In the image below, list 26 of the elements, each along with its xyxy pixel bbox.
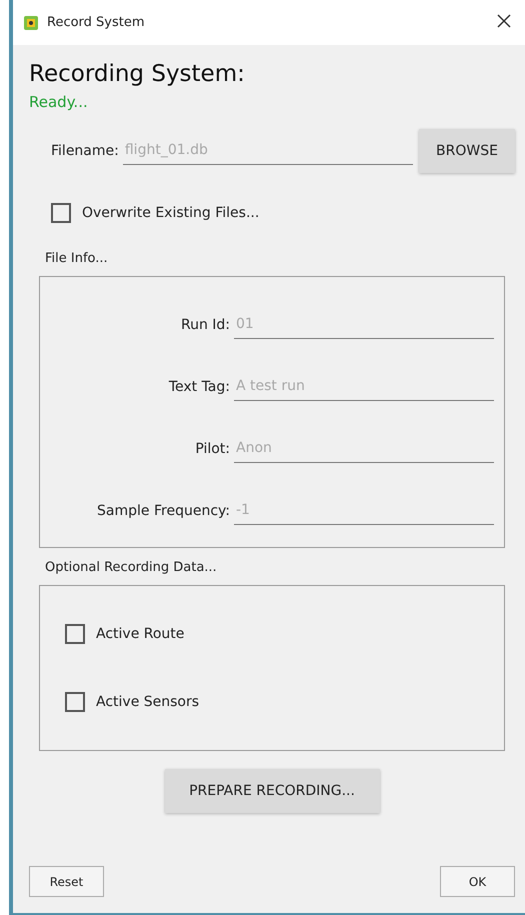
checkbox-label: Active Route: [96, 626, 184, 642]
input-field[interactable]: 01: [234, 312, 494, 339]
checkbox[interactable]: [65, 692, 85, 712]
field-label: Filename:: [51, 143, 119, 159]
prepare-recording-button[interactable]: PREPARE RECORDING...: [164, 769, 380, 813]
field-label: Text Tag:: [168, 379, 230, 397]
window-title: Record System: [47, 15, 146, 30]
field-label: Pilot:: [194, 441, 230, 459]
input-field[interactable]: -1: [234, 498, 494, 525]
section-title: File Info...: [45, 251, 109, 266]
filename-field[interactable]: flight_01.db: [122, 138, 413, 164]
ok-button[interactable]: OK: [440, 866, 515, 897]
checkbox-label: Active Sensors: [96, 694, 200, 710]
field-label: Run Id:: [180, 317, 230, 335]
section-title: Optional Recording Data...: [45, 560, 218, 575]
checkbox-label: Overwrite Existing Files...: [82, 205, 260, 221]
reset-button[interactable]: Reset: [29, 866, 104, 897]
app-icon: [23, 14, 39, 30]
input-field[interactable]: Anon: [234, 436, 494, 463]
heading: Recording System:: [29, 61, 246, 87]
field-label: Sample Frequency:: [96, 503, 230, 521]
checkbox[interactable]: [51, 203, 71, 223]
input-field[interactable]: A test run: [234, 374, 494, 401]
browse-button[interactable]: BROWSE: [419, 129, 515, 173]
checkbox[interactable]: [65, 624, 85, 644]
status-text: Ready...: [29, 93, 89, 111]
